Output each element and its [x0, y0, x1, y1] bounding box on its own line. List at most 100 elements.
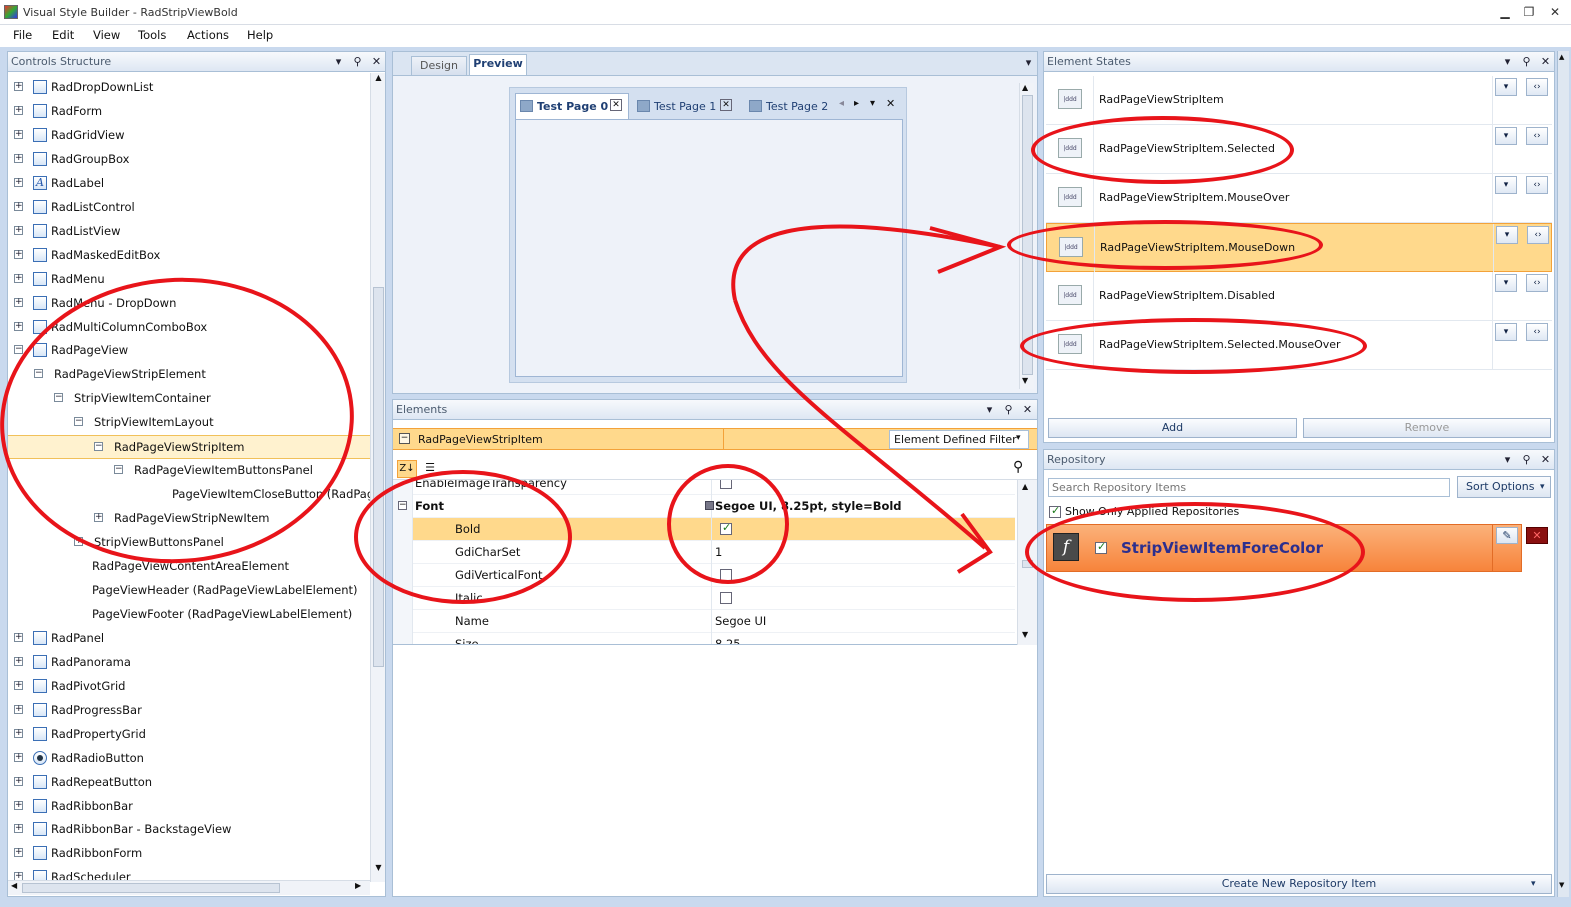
- scroll-right-icon[interactable]: ▶: [355, 881, 361, 890]
- tree-item[interactable]: RadPageViewContentAreaElement: [8, 555, 370, 579]
- tree-item[interactable]: − RadPageViewStripItem: [8, 435, 370, 460]
- chevron-down-icon[interactable]: ▾: [331, 54, 346, 69]
- tree-scroll-thumb[interactable]: [373, 287, 384, 667]
- close-icon[interactable]: ✕: [1020, 402, 1035, 417]
- tree-item[interactable]: + RadMenu - DropDown: [8, 292, 370, 316]
- remove-state-button[interactable]: Remove: [1303, 418, 1551, 438]
- expand-icon[interactable]: +: [14, 776, 23, 786]
- expand-icon[interactable]: +: [14, 728, 23, 738]
- close-icon[interactable]: ✕: [1538, 54, 1553, 69]
- tree-item[interactable]: − RadPageViewStripElement: [8, 363, 370, 387]
- search-icon[interactable]: ⚲: [1013, 459, 1023, 475]
- scroll-down-icon[interactable]: ▼: [1022, 630, 1028, 639]
- expand-icon[interactable]: +: [14, 153, 23, 163]
- close-icon[interactable]: ✕: [1545, 3, 1565, 21]
- property-row[interactable]: EnableImageTransparency: [393, 480, 1015, 495]
- menu-actions[interactable]: Actions: [185, 28, 231, 42]
- state-dropdown-button[interactable]: ▾: [1495, 323, 1517, 341]
- props-scroll-thumb[interactable]: [1022, 560, 1033, 568]
- pin-icon[interactable]: ⚲: [350, 54, 365, 69]
- collapse-icon[interactable]: −: [74, 417, 83, 427]
- property-row[interactable]: Bold: [393, 518, 1015, 541]
- tab-design[interactable]: Design: [411, 56, 467, 76]
- selected-element-row[interactable]: − RadPageViewStripItem Element Defined F…: [393, 428, 1037, 450]
- tree-item[interactable]: + RadDropDownList: [8, 76, 370, 100]
- chevron-down-icon[interactable]: ▾: [870, 98, 875, 109]
- property-checkbox[interactable]: [720, 521, 732, 535]
- property-value[interactable]: 8.25: [715, 637, 741, 644]
- tab-preview[interactable]: Preview: [469, 54, 527, 76]
- tree-item[interactable]: − RadPageViewItemButtonsPanel: [8, 459, 370, 483]
- preview-vertical-scrollbar[interactable]: ▲ ▼: [1019, 83, 1034, 389]
- preview-tab-0[interactable]: Test Page 0 ✕: [515, 93, 629, 119]
- chevron-down-icon[interactable]: ▾: [1500, 452, 1515, 467]
- tree-item[interactable]: + RadPanel: [8, 627, 370, 651]
- scroll-down-icon[interactable]: ▼: [373, 863, 384, 877]
- tree-item[interactable]: + RadListView: [8, 220, 370, 244]
- tree-item[interactable]: + RadForm: [8, 100, 370, 124]
- sort-options-button[interactable]: Sort Options ▾: [1457, 476, 1551, 498]
- menu-tools[interactable]: Tools: [136, 28, 168, 42]
- expand-icon[interactable]: +: [14, 704, 23, 714]
- tree-item[interactable]: + RadPageViewStripNewItem: [8, 507, 370, 531]
- state-options-button[interactable]: ‹›: [1526, 78, 1548, 96]
- scroll-down-icon[interactable]: ▼: [1559, 881, 1564, 889]
- expand-icon[interactable]: +: [14, 225, 23, 235]
- chevron-down-icon[interactable]: ▾: [982, 402, 997, 417]
- property-checkbox[interactable]: [720, 592, 732, 604]
- expand-icon[interactable]: +: [14, 297, 23, 307]
- state-row[interactable]: |ddd RadPageViewStripItem.Disabled ▾ ‹›: [1046, 272, 1552, 321]
- close-icon[interactable]: ✕: [610, 99, 622, 111]
- tree-item[interactable]: − RadPageView: [8, 339, 370, 363]
- property-value[interactable]: Segoe UI, 8.25pt, style=Bold: [715, 499, 902, 513]
- props-vertical-scrollbar[interactable]: ▲ ▼: [1017, 480, 1037, 645]
- expand-icon[interactable]: +: [14, 129, 23, 139]
- close-icon[interactable]: ✕: [1538, 452, 1553, 467]
- tree-item[interactable]: + RadRibbonBar: [8, 795, 370, 819]
- tree-item[interactable]: + RadPivotGrid: [8, 675, 370, 699]
- chevron-down-icon[interactable]: ▾: [1021, 55, 1036, 70]
- property-row[interactable]: Size 8.25: [393, 633, 1015, 644]
- sort-alpha-icon[interactable]: Z↓: [397, 460, 417, 478]
- state-dropdown-button[interactable]: ▾: [1495, 176, 1517, 194]
- tree-item[interactable]: − StripViewItemLayout: [8, 411, 370, 435]
- tree-item[interactable]: + RadMultiColumnComboBox: [8, 316, 370, 340]
- scroll-left-icon[interactable]: ◂: [839, 98, 844, 109]
- tree-horizontal-scrollbar[interactable]: ◀ ▶: [8, 880, 370, 895]
- tree-item[interactable]: + RadProgressBar: [8, 699, 370, 723]
- tree-item[interactable]: PageViewItemCloseButton (RadPage...: [8, 483, 370, 507]
- expand-icon[interactable]: +: [74, 537, 83, 547]
- collapse-icon[interactable]: −: [34, 369, 43, 379]
- tree-item[interactable]: + StripViewButtonsPanel: [8, 531, 370, 555]
- expand-icon[interactable]: +: [14, 201, 23, 211]
- state-options-button[interactable]: ‹›: [1526, 274, 1548, 292]
- state-dropdown-button[interactable]: ▾: [1495, 127, 1517, 145]
- property-row[interactable]: GdiCharSet 1: [393, 541, 1015, 564]
- collapse-icon[interactable]: −: [399, 433, 410, 444]
- repository-item-checkbox[interactable]: [1095, 540, 1107, 554]
- window-right-scrollbar[interactable]: ▲ ▼: [1557, 51, 1569, 897]
- scroll-down-icon[interactable]: ▼: [1022, 376, 1028, 385]
- tree-item[interactable]: + RadPropertyGrid: [8, 723, 370, 747]
- element-filter-dropdown[interactable]: Element Defined Filter ▾: [889, 430, 1029, 449]
- collapse-icon[interactable]: −: [398, 501, 407, 510]
- state-options-button[interactable]: ‹›: [1527, 226, 1549, 244]
- preview-scroll-thumb[interactable]: [1022, 95, 1033, 375]
- tree-item[interactable]: + RadRibbonBar - BackstageView: [8, 818, 370, 842]
- tree-item[interactable]: + RadMaskedEditBox: [8, 244, 370, 268]
- menu-edit[interactable]: Edit: [50, 28, 76, 42]
- state-dropdown-button[interactable]: ▾: [1496, 226, 1518, 244]
- close-icon[interactable]: ✕: [886, 97, 895, 110]
- scroll-up-icon[interactable]: ▲: [1022, 482, 1028, 491]
- restore-icon[interactable]: ❐: [1519, 3, 1539, 21]
- expand-icon[interactable]: +: [14, 824, 23, 834]
- state-options-button[interactable]: ‹›: [1526, 176, 1548, 194]
- create-repository-item-button[interactable]: Create New Repository Item ▾: [1046, 874, 1552, 894]
- property-value[interactable]: Segoe UI: [715, 614, 766, 628]
- repository-item-row[interactable]: f StripViewItemForeColor: [1046, 524, 1522, 572]
- expand-icon[interactable]: +: [14, 82, 23, 91]
- pin-icon[interactable]: ⚲: [1519, 452, 1534, 467]
- state-options-button[interactable]: ‹›: [1526, 323, 1548, 341]
- tree-item[interactable]: + RadGridView: [8, 124, 370, 148]
- collapse-icon[interactable]: −: [14, 345, 23, 355]
